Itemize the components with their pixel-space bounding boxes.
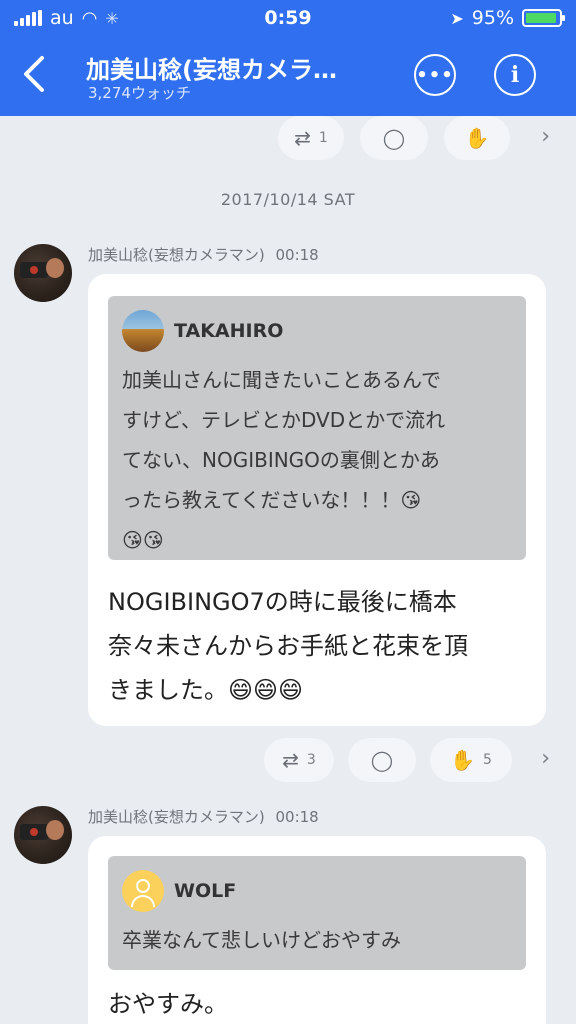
chat-button[interactable]: ••• bbox=[414, 54, 456, 96]
date-separator: 2017/10/14 SAT bbox=[220, 190, 356, 209]
quote-text: 卒業なんて悲しいけどおやすみ bbox=[122, 920, 401, 960]
clap-button[interactable]: ✋ 5 bbox=[430, 738, 512, 782]
clap-icon: ✋ bbox=[464, 126, 490, 150]
comment-icon: ◯ bbox=[382, 126, 406, 150]
retweet-icon: ⇄ bbox=[294, 126, 311, 150]
clap-count: 5 bbox=[482, 752, 492, 768]
sender-line: 加美山稔(妄想カメラマン) 00:18 bbox=[88, 806, 319, 827]
wifi-icon: ◠ bbox=[81, 7, 98, 29]
quote-avatar bbox=[122, 310, 164, 352]
status-bar: au ◠ ✳ 0:59 ➤ 95% bbox=[0, 0, 576, 36]
quote-line: 😘😘 bbox=[122, 528, 164, 552]
retweet-icon: ⇄ bbox=[282, 748, 299, 772]
comment-icon: ◯ bbox=[370, 748, 394, 772]
comment-button[interactable]: ◯ bbox=[348, 738, 416, 782]
loading-icon: ✳ bbox=[105, 8, 119, 28]
avatar[interactable] bbox=[14, 244, 72, 302]
message-line: きました。😄😄😄 bbox=[108, 676, 304, 704]
action-row: ⇄ 3 ◯ ✋ 5 › bbox=[0, 738, 576, 782]
message-line: NOGIBINGO7の時に最後に橋本 bbox=[108, 588, 457, 616]
post-time: 00:18 bbox=[275, 246, 319, 264]
message-text: NOGIBINGO7の時に最後に橋本 奈々未さんからお手紙と花束を頂 きました。… bbox=[108, 580, 468, 712]
quote-line: 卒業なんて悲しいけどおやすみ bbox=[122, 928, 401, 952]
signal-icon bbox=[14, 10, 42, 26]
status-time: 0:59 bbox=[264, 7, 312, 29]
sender-name: 加美山稔(妄想カメラマン) bbox=[88, 246, 265, 264]
info-button[interactable]: i bbox=[494, 54, 536, 96]
chevron-right-icon[interactable]: › bbox=[541, 124, 550, 149]
quoted-message[interactable]: WOLF 卒業なんて悲しいけどおやすみ bbox=[108, 856, 526, 970]
back-button[interactable] bbox=[18, 54, 54, 98]
retweet-count: 3 bbox=[306, 752, 316, 768]
clap-icon: ✋ bbox=[450, 748, 475, 772]
message-bubble[interactable]: WOLF 卒業なんて悲しいけどおやすみ おやすみ。 bbox=[88, 836, 546, 1024]
nav-bar: 加美山稔(妄想カメラ… 3,274ウォッチ ••• i bbox=[0, 36, 576, 116]
status-right: ➤ 95% bbox=[450, 7, 565, 29]
sender-line: 加美山稔(妄想カメラマン) 00:18 bbox=[88, 244, 319, 265]
info-icon: i bbox=[510, 62, 520, 88]
post-time: 00:18 bbox=[275, 808, 319, 826]
quote-line: てない、NOGIBINGOの裏側とかあ bbox=[122, 448, 440, 472]
chat-bubble-icon: ••• bbox=[416, 64, 454, 86]
battery-percent: 95% bbox=[471, 7, 514, 29]
chevron-right-icon[interactable]: › bbox=[541, 746, 550, 771]
action-row-top: ⇄ 1 ◯ ✋ › bbox=[0, 116, 576, 160]
chevron-left-icon bbox=[24, 56, 44, 92]
carrier-label: au bbox=[50, 7, 74, 29]
quote-author: TAKAHIRO bbox=[174, 320, 284, 342]
battery-icon bbox=[522, 9, 565, 27]
quoted-message[interactable]: TAKAHIRO 加美山さんに聞きたいことあるんで すけど、テレビとかDVDとか… bbox=[108, 296, 526, 560]
retweet-count: 1 bbox=[318, 130, 328, 146]
watch-count: 3,274ウォッチ bbox=[88, 84, 191, 102]
quote-text: 加美山さんに聞きたいことあるんで すけど、テレビとかDVDとかで流れ てない、N… bbox=[122, 360, 445, 560]
message-line: 奈々未さんからお手紙と花束を頂 bbox=[108, 632, 468, 660]
quote-author: WOLF bbox=[174, 880, 237, 902]
quote-line: 加美山さんに聞きたいことあるんで bbox=[122, 368, 441, 392]
channel-title: 加美山稔(妄想カメラ… bbox=[86, 56, 337, 84]
comment-button[interactable]: ◯ bbox=[360, 116, 428, 160]
quote-line: ったら教えてくださいな！！！😘 bbox=[122, 488, 422, 512]
quote-avatar bbox=[122, 870, 164, 912]
sender-name: 加美山稔(妄想カメラマン) bbox=[88, 808, 265, 826]
clap-button[interactable]: ✋ bbox=[444, 116, 510, 160]
message-bubble[interactable]: TAKAHIRO 加美山さんに聞きたいことあるんで すけど、テレビとかDVDとか… bbox=[88, 274, 546, 726]
status-left: au ◠ ✳ bbox=[14, 7, 119, 29]
avatar[interactable] bbox=[14, 806, 72, 864]
retweet-button[interactable]: ⇄ 1 bbox=[278, 116, 344, 160]
battery-fill bbox=[526, 13, 557, 23]
message-line: おやすみ。 bbox=[108, 990, 228, 1018]
timeline[interactable]: ⇄ 1 ◯ ✋ › 2017/10/14 SAT 加美山稔(妄想カメラマン) 0… bbox=[0, 116, 576, 1024]
quote-line: すけど、テレビとかDVDとかで流れ bbox=[122, 408, 446, 432]
retweet-button[interactable]: ⇄ 3 bbox=[264, 738, 334, 782]
location-icon: ➤ bbox=[450, 8, 464, 28]
message-text: おやすみ。 bbox=[108, 982, 228, 1024]
